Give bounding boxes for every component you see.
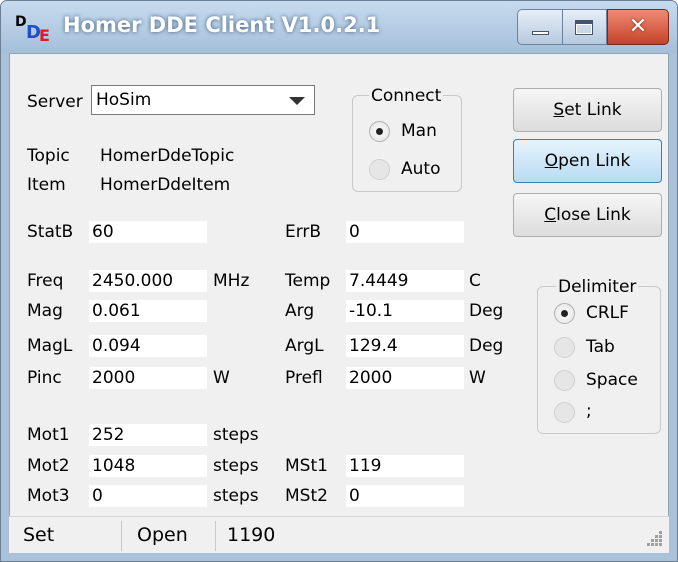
window-title: Homer DDE Client V1.0.2.1 (63, 13, 381, 37)
status-panel-set: Set (23, 524, 55, 546)
freq-unit: MHz (213, 271, 250, 291)
minimize-button[interactable] (517, 9, 563, 45)
mot1-unit: steps (213, 425, 259, 445)
status-separator (121, 521, 122, 551)
delimiter-semicolon-radio[interactable] (554, 402, 575, 423)
delimiter-space-radio[interactable] (554, 370, 575, 391)
freq-field[interactable]: 2450.000 (89, 270, 207, 292)
errb-label: ErrB (285, 222, 322, 242)
server-value: HoSim (96, 90, 152, 110)
delimiter-space-label[interactable]: Space (586, 369, 638, 391)
mst1-field[interactable]: 119 (346, 455, 464, 477)
dde-app-icon: D D E (15, 14, 50, 45)
mag-field[interactable]: 0.061 (89, 300, 207, 322)
temp-label: Temp (285, 271, 331, 291)
minimize-icon (532, 31, 549, 35)
close-button[interactable]: ✕ (607, 9, 669, 45)
server-dropdown[interactable]: HoSim (91, 85, 315, 115)
arg-unit: Deg (469, 301, 504, 321)
pinc-label: Pinc (27, 368, 62, 388)
maximize-button[interactable] (563, 9, 607, 45)
delimiter-tab-label[interactable]: Tab (586, 336, 615, 358)
item-value: HomerDdeItem (100, 175, 231, 195)
mst2-label: MSt2 (285, 486, 328, 506)
mot3-label: Mot3 (27, 486, 70, 506)
connect-group-title: Connect (369, 86, 444, 106)
prefl-unit: W (469, 368, 486, 388)
magl-label: MagL (27, 336, 73, 356)
server-label: Server (27, 92, 83, 112)
topic-label: Topic (27, 146, 70, 166)
prefl-field[interactable]: 2000 (346, 367, 464, 389)
delimiter-semicolon-label[interactable]: ; (586, 400, 592, 422)
arg-label: Arg (285, 301, 315, 321)
mot1-field[interactable]: 252 (89, 424, 207, 446)
statb-field[interactable]: 60 (89, 221, 207, 243)
mst1-label: MSt1 (285, 456, 328, 476)
item-label: Item (27, 175, 66, 195)
mag-label: Mag (27, 301, 63, 321)
open-link-button[interactable]: Open Link (513, 139, 662, 183)
freq-label: Freq (27, 271, 64, 291)
topic-value: HomerDdeTopic (100, 146, 235, 166)
magl-field[interactable]: 0.094 (89, 335, 207, 357)
status-separator (215, 521, 216, 551)
close-link-button[interactable]: Close Link (513, 193, 662, 237)
maximize-icon (575, 20, 593, 35)
status-bar: Set Open 1190 (9, 516, 669, 553)
connect-auto-label[interactable]: Auto (401, 158, 440, 180)
delimiter-crlf-label[interactable]: CRLF (586, 302, 629, 324)
chevron-down-icon[interactable] (289, 97, 305, 105)
connect-auto-radio[interactable] (369, 159, 390, 180)
mst2-field[interactable]: 0 (346, 485, 464, 507)
temp-unit: C (469, 271, 481, 291)
mot2-unit: steps (213, 456, 259, 476)
delimiter-tab-radio[interactable] (554, 337, 575, 358)
delimiter-group-title: Delimiter (556, 277, 639, 297)
argl-unit: Deg (469, 336, 504, 356)
connect-man-label[interactable]: Man (401, 120, 437, 142)
prefl-label: Prefl (285, 368, 323, 388)
title-bar[interactable]: D D E Homer DDE Client V1.0.2.1 ✕ (1, 1, 677, 53)
mot1-label: Mot1 (27, 425, 70, 445)
mot3-unit: steps (213, 486, 259, 506)
status-panel-count: 1190 (227, 524, 276, 546)
mot2-field[interactable]: 1048 (89, 455, 207, 477)
mot3-field[interactable]: 0 (89, 485, 207, 507)
close-icon: ✕ (628, 14, 648, 39)
set-link-button[interactable]: Set Link (513, 88, 662, 132)
connect-man-radio[interactable] (369, 121, 390, 142)
statb-label: StatB (27, 222, 74, 242)
argl-label: ArgL (285, 336, 324, 356)
temp-field[interactable]: 7.4449 (346, 270, 464, 292)
pinc-unit: W (213, 368, 230, 388)
mot2-label: Mot2 (27, 456, 70, 476)
argl-field[interactable]: 129.4 (346, 335, 464, 357)
pinc-field[interactable]: 2000 (89, 367, 207, 389)
errb-field[interactable]: 0 (346, 221, 464, 243)
status-panel-open: Open (137, 524, 188, 546)
arg-field[interactable]: -10.1 (346, 300, 464, 322)
delimiter-crlf-radio[interactable] (554, 303, 575, 324)
resize-grip-icon[interactable] (645, 529, 665, 549)
